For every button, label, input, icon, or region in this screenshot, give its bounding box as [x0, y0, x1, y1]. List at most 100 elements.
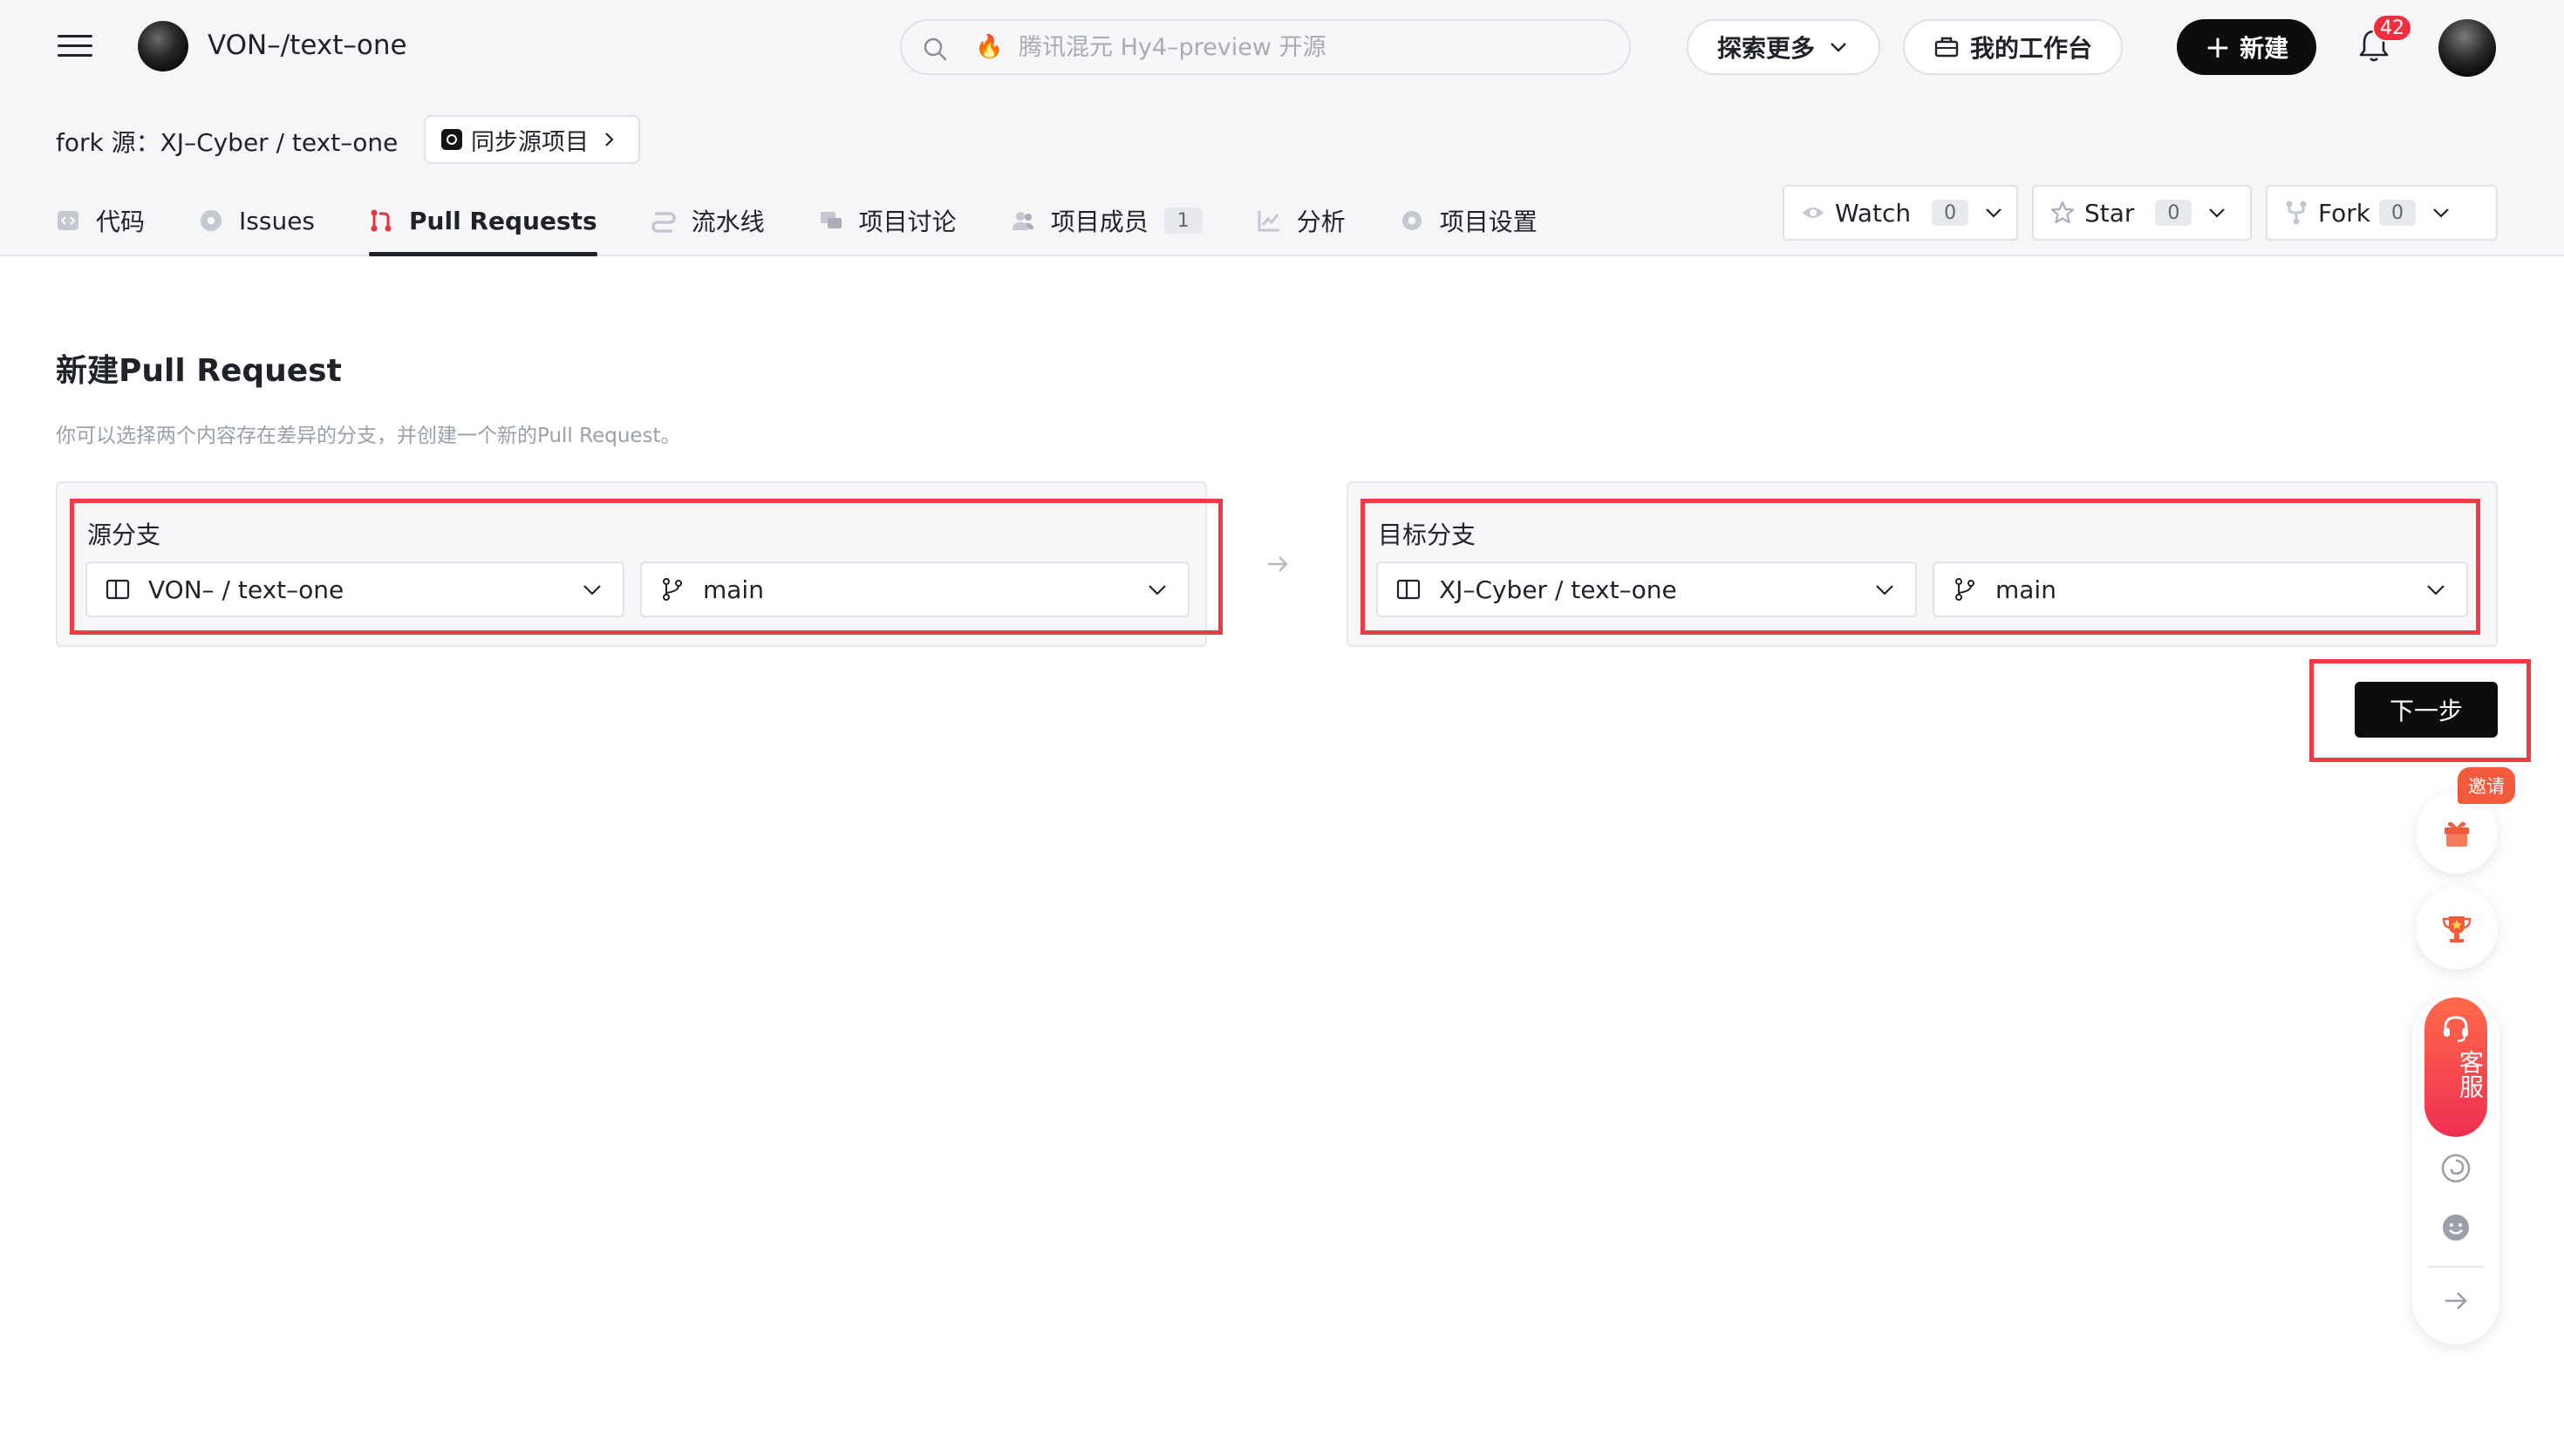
explore-more-button[interactable]: 探索更多	[1687, 19, 1880, 75]
tab-pipeline[interactable]: 流水线	[651, 192, 765, 249]
smile-icon[interactable]	[2440, 1212, 2472, 1243]
repo-book-icon	[1396, 579, 1421, 600]
trophy-icon	[2442, 916, 2472, 942]
chevron-down-icon	[1876, 585, 1893, 595]
star-label: Star	[2084, 198, 2135, 228]
chevron-down-icon	[1986, 208, 2001, 218]
discussion-icon	[820, 212, 842, 228]
chevron-down-icon	[583, 585, 601, 595]
source-branch-value: main	[703, 575, 764, 604]
workbench-button[interactable]: 我的工作台	[1903, 19, 2123, 75]
branch-icon	[663, 578, 682, 601]
search-box[interactable]: 🔥	[900, 19, 1631, 75]
tab-discussions[interactable]: 项目讨论	[819, 192, 957, 249]
sync-source-button[interactable]: 同步源项目	[424, 115, 640, 164]
branch-icon	[1955, 578, 1974, 601]
tab-label: 项目成员	[1050, 208, 1149, 236]
workbench-label: 我的工作台	[1969, 34, 2092, 63]
tab-label: 分析	[1296, 208, 1346, 236]
sync-icon	[441, 129, 462, 150]
pipeline-icon	[651, 212, 676, 233]
explore-more-label: 探索更多	[1716, 34, 1815, 63]
fork-icon	[2286, 201, 2307, 225]
pull-request-icon	[371, 209, 392, 232]
source-branch-label: 源分支	[87, 520, 161, 549]
target-branch-select[interactable]: main	[1933, 561, 2468, 617]
fork-info: fork 源：XJ–Cyber / text–one	[56, 124, 398, 159]
source-branch-card: 源分支 VON– / text–one main	[56, 481, 1207, 647]
repo-avatar[interactable]	[138, 21, 188, 71]
arrow-right-icon	[1268, 556, 1288, 572]
target-branch-label: 目标分支	[1378, 520, 1476, 549]
star-button[interactable]: Star 0	[2032, 185, 2252, 241]
headset-icon	[2444, 1016, 2468, 1043]
plus-icon: +	[2204, 29, 2232, 65]
chevron-down-icon	[1149, 585, 1166, 595]
gear-icon	[1401, 211, 1422, 230]
user-avatar[interactable]	[2438, 19, 2496, 77]
chevron-down-icon	[2433, 208, 2449, 218]
panel-divider	[2428, 1266, 2484, 1268]
top-bar: VON–/text–one 🔥 探索更多 我的工作台 + 新建 42	[0, 0, 2564, 94]
trophy-button[interactable]	[2416, 888, 2498, 970]
source-branch-select[interactable]: main	[640, 561, 1190, 617]
tab-pull-requests[interactable]: Pull Requests	[369, 192, 597, 256]
invite-badge[interactable]: 邀请	[2458, 767, 2515, 804]
new-button[interactable]: + 新建	[2177, 19, 2316, 75]
tab-label: Pull Requests	[409, 206, 597, 235]
search-icon	[924, 37, 947, 61]
tab-code[interactable]: 代码	[56, 192, 145, 249]
target-branch-card: 目标分支 XJ–Cyber / text–one main	[1347, 481, 2498, 647]
fork-button[interactable]: Fork 0	[2266, 185, 2498, 241]
gift-icon	[2445, 821, 2469, 847]
watch-label: Watch	[1835, 198, 1912, 228]
source-repo-select[interactable]: VON– / text–one	[85, 561, 624, 617]
search-input[interactable]	[1019, 24, 1612, 70]
fork-count: 0	[2378, 200, 2416, 226]
customer-service-label: 客服	[2456, 1050, 2485, 1099]
star-icon	[2050, 201, 2075, 224]
target-repo-select[interactable]: XJ–Cyber / text–one	[1376, 561, 1917, 617]
tab-label: 项目讨论	[858, 208, 957, 236]
hamburger-menu-icon[interactable]	[58, 30, 92, 65]
chevron-right-icon	[605, 133, 614, 146]
watch-button[interactable]: Watch 0	[1783, 185, 2018, 241]
sync-label: 同步源项目	[471, 128, 589, 156]
watch-count: 0	[1932, 200, 1969, 226]
repo-book-icon	[106, 579, 130, 600]
fire-icon: 🔥	[975, 34, 1004, 60]
target-branch-value: main	[1995, 575, 2056, 604]
tab-analytics[interactable]: 分析	[1257, 192, 1346, 249]
chevron-down-icon	[2209, 208, 2226, 218]
tab-label: 代码	[96, 208, 146, 236]
chart-icon	[1258, 211, 1279, 232]
customer-service-button[interactable]: 客服	[2424, 997, 2487, 1137]
fork-prefix: fork 源：	[56, 128, 160, 157]
target-repo-value: XJ–Cyber / text–one	[1439, 575, 1677, 604]
swirl-icon[interactable]	[2440, 1153, 2472, 1184]
tab-label: Issues	[239, 206, 316, 235]
members-count-badge: 1	[1163, 208, 1203, 234]
next-step-button[interactable]: 下一步	[2355, 682, 2498, 738]
tab-members[interactable]: 项目成员 1	[1011, 192, 1203, 249]
page-description: 你可以选择两个内容存在差异的分支，并创建一个新的Pull Request。	[56, 425, 681, 447]
fork-source-link[interactable]: XJ–Cyber / text–one	[160, 128, 399, 157]
eye-icon	[1803, 208, 1824, 218]
briefcase-icon	[1934, 37, 1959, 58]
tab-settings[interactable]: 项目设置	[1400, 192, 1538, 249]
repo-title[interactable]: VON–/text–one	[208, 30, 407, 61]
star-count: 0	[2155, 200, 2192, 226]
members-icon	[1012, 212, 1033, 230]
tab-label: 流水线	[691, 208, 765, 236]
fork-label: Fork	[2318, 198, 2370, 228]
collapse-arrow-icon[interactable]	[2440, 1285, 2472, 1317]
new-label: 新建	[2240, 34, 2289, 63]
source-repo-value: VON– / text–one	[148, 575, 344, 604]
tab-label: 项目设置	[1439, 208, 1538, 236]
chevron-down-icon	[1831, 43, 1846, 52]
issues-icon	[201, 210, 222, 231]
tab-issues[interactable]: Issues	[199, 192, 315, 249]
repo-header: fork 源：XJ–Cyber / text–one 同步源项目 代码 Issu…	[0, 94, 2564, 256]
repo-tabs: 代码 Issues Pull Requests 流水线 项目讨论 项目成员 1 …	[56, 192, 1592, 256]
gift-button[interactable]	[2416, 792, 2498, 874]
